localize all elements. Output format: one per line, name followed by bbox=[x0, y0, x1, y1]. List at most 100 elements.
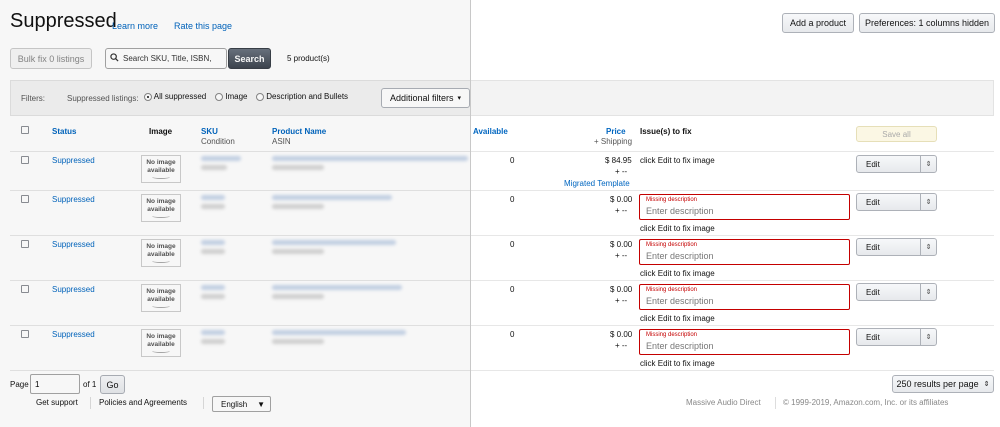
dropdown-arrow-icon[interactable]: ⇕ bbox=[920, 239, 936, 255]
product-count: 5 product(s) bbox=[287, 54, 330, 63]
asin-redacted bbox=[272, 249, 324, 254]
radio-icon[interactable] bbox=[144, 92, 152, 101]
edit-button[interactable]: Edit ⇕ bbox=[856, 155, 937, 173]
description-input[interactable] bbox=[646, 296, 842, 306]
dropdown-arrow-icon[interactable]: ⇕ bbox=[920, 284, 936, 300]
bulk-fix-button[interactable]: Bulk fix 0 listings bbox=[10, 48, 92, 69]
search-field[interactable] bbox=[105, 48, 227, 69]
column-header-available[interactable]: Available bbox=[473, 127, 508, 136]
shipping-value: + -- bbox=[615, 296, 628, 305]
search-button[interactable]: Search bbox=[228, 48, 271, 69]
suppressed-listings-label: Suppressed listings: bbox=[67, 94, 139, 103]
divider bbox=[10, 151, 994, 152]
edit-button[interactable]: Edit ⇕ bbox=[856, 238, 937, 256]
asin-redacted bbox=[272, 339, 324, 344]
column-header-product-name[interactable]: Product Name bbox=[272, 127, 326, 136]
row-checkbox[interactable] bbox=[21, 285, 29, 293]
shipping-value: + -- bbox=[615, 341, 628, 350]
page-number-input[interactable] bbox=[30, 374, 80, 394]
migrated-template-link[interactable]: Migrated Template bbox=[564, 179, 630, 188]
go-button[interactable]: Go bbox=[100, 375, 125, 394]
description-field[interactable]: Missing description bbox=[639, 284, 850, 310]
available-value: 0 bbox=[510, 285, 515, 294]
edit-button[interactable]: Edit ⇕ bbox=[856, 328, 937, 346]
search-icon bbox=[110, 53, 119, 64]
divider bbox=[203, 397, 204, 409]
select-all-checkbox[interactable] bbox=[21, 126, 29, 134]
description-field[interactable]: Missing description bbox=[639, 329, 850, 355]
sku-redacted bbox=[201, 330, 225, 335]
sku-redacted bbox=[201, 285, 225, 290]
edit-button[interactable]: Edit ⇕ bbox=[856, 193, 937, 211]
get-support-link[interactable]: Get support bbox=[36, 398, 78, 407]
results-per-page-select[interactable]: 250 results per page ⇕ bbox=[892, 375, 994, 393]
status-link[interactable]: Suppressed bbox=[52, 240, 95, 249]
divider bbox=[775, 397, 776, 409]
price-value: $ 0.00 bbox=[610, 285, 633, 294]
missing-description-label: Missing description bbox=[646, 242, 698, 248]
column-header-sku[interactable]: SKU bbox=[201, 127, 218, 136]
shipping-value: + -- bbox=[615, 167, 628, 176]
condition-redacted bbox=[201, 249, 225, 254]
available-value: 0 bbox=[510, 330, 515, 339]
divider bbox=[10, 280, 994, 281]
row-checkbox[interactable] bbox=[21, 195, 29, 203]
additional-filters-button[interactable]: Additional filters ▾ bbox=[381, 88, 470, 108]
column-header-status[interactable]: Status bbox=[52, 127, 76, 136]
available-value: 0 bbox=[510, 195, 515, 204]
row-checkbox[interactable] bbox=[21, 240, 29, 248]
radio-icon[interactable] bbox=[215, 92, 223, 101]
chevron-down-icon: ▾ bbox=[457, 95, 462, 102]
asin-redacted bbox=[272, 165, 324, 170]
column-header-shipping: + Shipping bbox=[594, 137, 633, 146]
description-input[interactable] bbox=[646, 251, 842, 261]
row-checkbox[interactable] bbox=[21, 330, 29, 338]
column-header-price[interactable]: Price bbox=[606, 127, 626, 136]
dropdown-arrow-icon[interactable]: ⇕ bbox=[920, 156, 936, 172]
copyright: © 1999-2019, Amazon.com, Inc. or its aff… bbox=[783, 398, 949, 407]
no-image-placeholder: No image available bbox=[141, 155, 181, 183]
status-link[interactable]: Suppressed bbox=[52, 156, 95, 165]
divider bbox=[10, 235, 994, 236]
search-input[interactable] bbox=[123, 54, 223, 63]
product-name-redacted[interactable] bbox=[272, 240, 396, 245]
condition-redacted bbox=[201, 165, 227, 170]
filters-label: Filters: bbox=[21, 94, 45, 103]
description-input[interactable] bbox=[646, 341, 842, 351]
learn-more-link[interactable]: Learn more bbox=[112, 21, 158, 31]
status-link[interactable]: Suppressed bbox=[52, 285, 95, 294]
language-select[interactable]: English ▼ bbox=[212, 396, 271, 412]
column-header-asin: ASIN bbox=[272, 137, 291, 146]
rate-page-link[interactable]: Rate this page bbox=[174, 21, 232, 31]
asin-redacted bbox=[272, 204, 324, 209]
save-all-button[interactable]: Save all bbox=[856, 126, 937, 142]
price-value: $ 0.00 bbox=[610, 195, 633, 204]
column-header-condition: Condition bbox=[201, 137, 235, 146]
radio-icon[interactable] bbox=[256, 92, 264, 101]
product-name-redacted[interactable] bbox=[272, 285, 402, 290]
description-input[interactable] bbox=[646, 206, 842, 216]
row-checkbox[interactable] bbox=[21, 156, 29, 164]
description-field[interactable]: Missing description bbox=[639, 239, 850, 265]
product-name-redacted[interactable] bbox=[272, 156, 468, 161]
status-link[interactable]: Suppressed bbox=[52, 330, 95, 339]
filter-option-all[interactable]: All suppressed bbox=[144, 92, 206, 101]
edit-button[interactable]: Edit ⇕ bbox=[856, 283, 937, 301]
description-field[interactable]: Missing description bbox=[639, 194, 850, 220]
sku-redacted bbox=[201, 240, 225, 245]
product-name-redacted[interactable] bbox=[272, 330, 406, 335]
dropdown-arrow-icon[interactable]: ⇕ bbox=[920, 194, 936, 210]
policies-link[interactable]: Policies and Agreements bbox=[99, 398, 187, 407]
dropdown-arrow-icon[interactable]: ⇕ bbox=[920, 329, 936, 345]
status-link[interactable]: Suppressed bbox=[52, 195, 95, 204]
column-header-issues: Issue(s) to fix bbox=[640, 127, 692, 136]
asin-redacted bbox=[272, 294, 324, 299]
preferences-button[interactable]: Preferences: 1 columns hidden bbox=[859, 13, 995, 33]
missing-description-label: Missing description bbox=[646, 287, 698, 293]
condition-redacted bbox=[201, 294, 225, 299]
product-name-redacted[interactable] bbox=[272, 195, 392, 200]
add-product-button[interactable]: Add a product bbox=[782, 13, 854, 33]
filter-option-image[interactable]: Image bbox=[215, 92, 247, 101]
shipping-value: + -- bbox=[615, 251, 628, 260]
filter-option-description[interactable]: Description and Bullets bbox=[256, 92, 348, 101]
